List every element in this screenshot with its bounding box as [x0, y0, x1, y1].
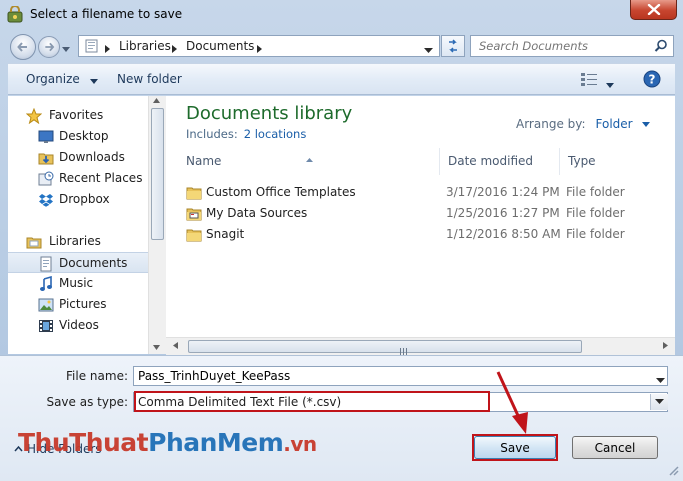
file-row[interactable]: Custom Office Templates 3/17/2016 1:24 P…: [176, 182, 666, 203]
favorites-star-icon: [25, 107, 43, 125]
library-title: Documents library: [186, 103, 353, 124]
breadcrumb-separator-icon[interactable]: [257, 42, 262, 56]
breadcrumb-libraries[interactable]: Libraries: [119, 39, 171, 53]
save-as-type-dropdown-button[interactable]: [650, 394, 668, 410]
videos-icon: [38, 318, 54, 334]
forward-button[interactable]: [38, 36, 60, 58]
file-list-horizontal-scrollbar[interactable]: [166, 337, 675, 355]
back-button[interactable]: [10, 34, 36, 60]
recent-places-icon: [38, 171, 54, 187]
arrange-by-dropdown[interactable]: Folder: [596, 117, 633, 131]
navigation-pane: Favorites Desktop Downloads Recent Place…: [8, 96, 149, 354]
nav-item-videos[interactable]: Videos: [8, 315, 148, 336]
nav-item-desktop[interactable]: Desktop: [8, 126, 148, 147]
arrange-by: Arrange by: Folder: [516, 117, 651, 131]
save-as-type-label: Save as type:: [46, 395, 128, 409]
nav-item-music[interactable]: Music: [8, 273, 148, 294]
svg-text:?: ?: [649, 73, 656, 87]
cancel-button[interactable]: Cancel: [572, 436, 658, 459]
organize-button[interactable]: Organize: [26, 72, 98, 87]
pictures-icon: [38, 297, 54, 313]
downloads-icon: [38, 150, 54, 166]
search-box[interactable]: [470, 35, 674, 57]
breadcrumb-separator-icon[interactable]: [172, 42, 177, 56]
nav-item-downloads[interactable]: Downloads: [8, 147, 148, 168]
watermark-logo: ThuThuatPhanMem.vn: [18, 428, 317, 457]
scrollbar-thumb[interactable]: [188, 340, 582, 355]
scroll-right-icon[interactable]: [663, 342, 668, 349]
nav-item-pictures[interactable]: Pictures: [8, 294, 148, 315]
music-icon: [38, 275, 54, 292]
scroll-left-icon[interactable]: [173, 342, 178, 349]
column-header-name[interactable]: Name: [178, 148, 440, 175]
column-header-date[interactable]: Date modified: [440, 148, 560, 175]
column-header-type[interactable]: Type: [560, 148, 660, 175]
chevron-down-icon: [655, 399, 664, 404]
new-folder-button[interactable]: New folder: [117, 72, 182, 86]
search-input[interactable]: [471, 36, 665, 56]
nav-item-documents[interactable]: Documents: [8, 252, 148, 273]
folder-icon: [186, 185, 202, 203]
navigation-pane-scrollbar[interactable]: [148, 96, 166, 354]
breadcrumb-documents[interactable]: Documents: [186, 39, 254, 53]
help-icon[interactable]: ?: [643, 70, 661, 91]
nav-item-dropbox[interactable]: Dropbox: [8, 189, 148, 210]
desktop-icon: [38, 129, 54, 145]
change-view-icon[interactable]: [580, 72, 598, 89]
scrollbar-thumb[interactable]: [151, 108, 164, 240]
annotation-arrow-icon: [496, 371, 528, 434]
library-includes: Includes: 2 locations: [186, 127, 307, 141]
save-dialog-window: Select a filename to save Libraries Docu…: [0, 0, 683, 481]
nav-favorites-header[interactable]: Favorites: [8, 105, 148, 126]
refresh-button[interactable]: [441, 35, 465, 57]
address-bar[interactable]: Libraries Documents: [78, 35, 440, 57]
file-name-input[interactable]: [134, 367, 652, 385]
refresh-icon: [449, 39, 457, 53]
view-options-dropdown-icon[interactable]: [606, 77, 614, 91]
data-sources-folder-icon: [186, 206, 202, 224]
dropbox-icon: [38, 192, 54, 208]
locations-link[interactable]: 2 locations: [244, 127, 307, 141]
save-button-highlight-box: [472, 434, 558, 461]
chevron-down-icon: [62, 47, 70, 52]
close-icon: [647, 4, 661, 15]
nav-libraries-header[interactable]: Libraries: [8, 231, 148, 252]
library-folder-icon: [84, 39, 100, 56]
file-row[interactable]: Snagit 1/12/2016 8:50 AM File folder: [176, 224, 666, 245]
keepass-app-icon: [6, 5, 24, 24]
chevron-down-icon: [89, 73, 98, 87]
close-button[interactable]: [630, 0, 677, 20]
chevron-down-icon[interactable]: [642, 122, 651, 127]
address-dropdown-icon[interactable]: [424, 43, 433, 57]
file-name-field[interactable]: [133, 366, 668, 386]
scroll-down-icon[interactable]: [153, 345, 160, 350]
scroll-up-icon[interactable]: [153, 98, 160, 103]
file-name-label: File name:: [66, 369, 128, 383]
search-icon[interactable]: [654, 39, 668, 56]
resize-grip-icon[interactable]: [667, 464, 679, 479]
nav-item-recent-places[interactable]: Recent Places: [8, 168, 148, 189]
file-list-pane: Documents library Includes: 2 locations A…: [166, 96, 675, 354]
file-row[interactable]: My Data Sources 1/25/2016 1:27 PM File f…: [176, 203, 666, 224]
back-arrow-icon: [17, 42, 27, 52]
file-name-dropdown-icon[interactable]: [656, 373, 665, 387]
scrollbar-grip-icon: [400, 344, 408, 355]
libraries-icon: [26, 234, 42, 250]
breadcrumb-separator-icon[interactable]: [105, 42, 110, 56]
forward-arrow-icon: [45, 42, 55, 52]
command-toolbar: Organize New folder ?: [8, 63, 675, 95]
recent-pages-dropdown[interactable]: [62, 42, 72, 52]
organize-label: Organize: [26, 72, 80, 86]
window-title: Select a filename to save: [30, 7, 183, 21]
title-bar: Select a filename to save: [0, 0, 683, 30]
documents-icon: [38, 256, 54, 272]
save-type-highlight-box: [134, 391, 490, 412]
folder-icon: [186, 227, 202, 245]
